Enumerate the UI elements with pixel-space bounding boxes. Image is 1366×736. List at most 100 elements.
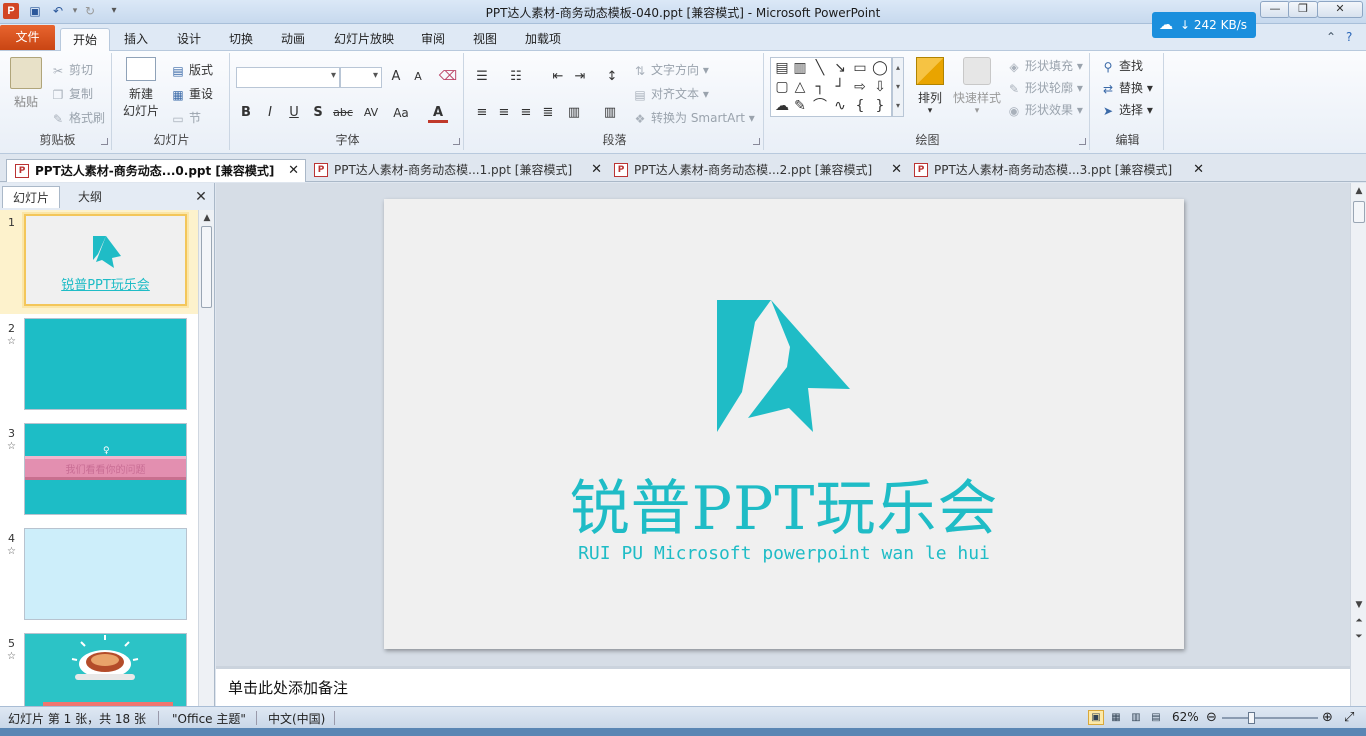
strikethrough-button[interactable]: abc xyxy=(330,103,356,123)
zoom-in-icon[interactable]: ⊕ xyxy=(1322,710,1333,725)
slide-subtitle[interactable]: RUI PU Microsoft powerpoint wan le hui xyxy=(384,543,1184,564)
help-question-icon[interactable]: ? xyxy=(1346,30,1352,44)
shape-effects-button[interactable]: ◉ 形状效果 ▾ xyxy=(1006,101,1083,119)
scroll-down-icon[interactable]: ▼ xyxy=(1353,599,1365,611)
bullets-icon[interactable]: ☰ xyxy=(472,67,492,87)
elbow-arrow-shape-icon[interactable]: ┘ xyxy=(831,78,849,96)
font-color-button[interactable]: A xyxy=(428,103,448,123)
justify-icon[interactable]: ≣ xyxy=(538,103,558,123)
right-arrow-shape-icon[interactable]: ⇨ xyxy=(851,78,869,96)
paste-button[interactable]: 粘贴 xyxy=(8,57,44,110)
cut-button[interactable]: ✂ 剪切 xyxy=(50,61,93,79)
notes-pane[interactable]: 单击此处添加备注 xyxy=(216,666,1350,706)
shadow-button[interactable]: S xyxy=(308,103,328,123)
elbow-connector-shape-icon[interactable]: ┐ xyxy=(811,78,829,96)
rectangle-shape-icon[interactable]: ▭ xyxy=(851,59,869,77)
previous-slide-icon[interactable]: ⏶ xyxy=(1353,615,1365,627)
shapes-gallery[interactable]: ▤ ▥ ╲ ↘ ▭ ◯ ▢ △ ┐ ┘ ⇨ ⇩ ☁ ✎ ⌒ ∿ { } xyxy=(770,57,892,117)
thumbnail-row[interactable]: 1 锐普PPT玩乐会 xyxy=(0,210,198,314)
decrease-indent-icon[interactable]: ⇤ xyxy=(548,67,568,87)
tab-addins[interactable]: 加载项 xyxy=(516,28,570,51)
document-tab[interactable]: P PPT达人素材-商务动态模...2.ppt [兼容模式] ✕ xyxy=(606,159,908,182)
current-slide[interactable]: 锐普PPT玩乐会 RUI PU Microsoft powerpoint wan… xyxy=(384,199,1184,649)
tab-design[interactable]: 设计 xyxy=(168,28,210,51)
quick-styles-button[interactable]: 快速样式 ▾ xyxy=(952,57,1002,116)
theme-name[interactable]: "Office 主题" xyxy=(172,710,246,727)
tab-transitions[interactable]: 切换 xyxy=(220,28,262,51)
tab-slides-pane[interactable]: 幻灯片 xyxy=(2,186,60,208)
vertical-textbox-shape-icon[interactable]: ▥ xyxy=(791,59,809,77)
zoom-slider-thumb[interactable] xyxy=(1248,712,1255,724)
shapes-gallery-scroll[interactable]: ▴ ▾ ▾ xyxy=(892,57,904,117)
slide-sorter-view-icon[interactable]: ▦ xyxy=(1108,710,1124,725)
shape-fill-button[interactable]: ◈ 形状填充 ▾ xyxy=(1006,57,1082,75)
align-text-button[interactable]: ▤ 对齐文本 ▾ xyxy=(632,85,709,103)
down-arrow-shape-icon[interactable]: ⇩ xyxy=(871,78,889,96)
slide-thumbnail[interactable] xyxy=(24,318,187,410)
select-button[interactable]: ➤ 选择 ▾ xyxy=(1100,101,1153,119)
copy-button[interactable]: ❐ 复制 xyxy=(50,85,93,103)
section-button[interactable]: ▭ 节 xyxy=(170,109,201,127)
thumbnail-row[interactable]: 3 ☆ 我们看看你的问题 ♀ xyxy=(0,421,198,525)
document-tab[interactable]: P PPT达人素材-商务动态模...3.ppt [兼容模式] ✕ xyxy=(906,159,1210,182)
arc-shape-icon[interactable]: ⌒ xyxy=(811,97,829,115)
next-slide-icon[interactable]: ⏷ xyxy=(1353,631,1365,643)
tab-outline-pane[interactable]: 大纲 xyxy=(62,186,118,208)
shape-outline-button[interactable]: ✎ 形状轮廓 ▾ xyxy=(1006,79,1083,97)
zoom-level[interactable]: 62% xyxy=(1172,710,1199,724)
align-center-icon[interactable]: ≡ xyxy=(494,103,514,123)
slide-thumbnail[interactable]: 我们看看你的问题 ♀ xyxy=(24,423,187,515)
fit-to-window-icon[interactable]: ⤢ xyxy=(1344,710,1354,725)
thumbnail-row[interactable]: 4 ☆ xyxy=(0,526,198,630)
line-spacing-icon[interactable]: ↕ xyxy=(602,67,622,87)
slide-thumbnail[interactable]: 锐普PPT玩乐会 xyxy=(22,212,189,308)
tab-home[interactable]: 开始 xyxy=(60,28,110,51)
tab-review[interactable]: 审阅 xyxy=(412,28,454,51)
italic-button[interactable]: I xyxy=(260,103,280,123)
paragraph-launcher-icon[interactable] xyxy=(753,138,760,145)
increase-indent-icon[interactable]: ⇥ xyxy=(570,67,590,87)
close-button[interactable]: ✕ xyxy=(1317,1,1363,18)
text-direction-button[interactable]: ⇅ 文字方向 ▾ xyxy=(632,61,709,79)
find-button[interactable]: ⚲ 查找 xyxy=(1100,57,1143,75)
curve-shape-icon[interactable]: ∿ xyxy=(831,97,849,115)
network-speed-widget[interactable]: ☁ ↓ 242 KB/s xyxy=(1152,12,1256,38)
scroll-thumb[interactable] xyxy=(1353,201,1365,223)
scroll-up-icon[interactable]: ▲ xyxy=(201,212,213,224)
language-indicator[interactable]: 中文(中国) xyxy=(268,710,325,727)
convert-smartart-button[interactable]: ❖ 转换为 SmartArt ▾ xyxy=(632,109,755,127)
layout-button[interactable]: ▤ 版式 xyxy=(170,61,213,79)
oval-shape-icon[interactable]: ◯ xyxy=(871,59,889,77)
align-left-icon[interactable]: ≡ xyxy=(472,103,492,123)
triangle-shape-icon[interactable]: △ xyxy=(791,78,809,96)
character-spacing-button[interactable]: AV xyxy=(358,103,384,123)
document-tab[interactable]: P PPT达人素材-商务动态...0.ppt [兼容模式] ✕ xyxy=(6,159,306,182)
left-brace-shape-icon[interactable]: { xyxy=(851,97,869,115)
grow-font-button[interactable]: A xyxy=(386,67,406,87)
slide-scrollbar[interactable]: ▲ ▼ ⏶ ⏷ xyxy=(1350,183,1366,706)
columns-icon[interactable]: ▥ xyxy=(600,103,620,123)
bold-button[interactable]: B xyxy=(236,103,256,123)
reading-view-icon[interactable]: ▥ xyxy=(1128,710,1144,725)
slide-title[interactable]: 锐普PPT玩乐会 xyxy=(384,474,1184,544)
slideshow-view-icon[interactable]: ▤ xyxy=(1148,710,1164,725)
numbering-icon[interactable]: ☷ xyxy=(506,67,526,87)
close-tab-icon[interactable]: ✕ xyxy=(1193,159,1204,181)
clipboard-launcher-icon[interactable] xyxy=(101,138,108,145)
line-shape-icon[interactable]: ╲ xyxy=(811,59,829,77)
close-tab-icon[interactable]: ✕ xyxy=(891,159,902,181)
arrange-button[interactable]: 排列 ▾ xyxy=(910,57,950,116)
normal-view-icon[interactable]: ▣ xyxy=(1088,710,1104,725)
tab-slideshow[interactable]: 幻灯片放映 xyxy=(325,28,403,51)
textbox-shape-icon[interactable]: ▤ xyxy=(773,59,791,77)
close-pane-icon[interactable]: ✕ xyxy=(192,186,210,208)
restore-button[interactable]: ❐ xyxy=(1288,1,1318,18)
zoom-out-icon[interactable]: ⊖ xyxy=(1206,710,1217,725)
clear-format-icon[interactable]: ⌫ xyxy=(438,67,458,87)
font-family-combo[interactable] xyxy=(236,67,340,88)
scroll-up-icon[interactable]: ▲ xyxy=(1353,185,1365,197)
slide-thumbnail[interactable] xyxy=(24,633,187,706)
zoom-slider[interactable] xyxy=(1222,717,1318,719)
thumbnail-scrollbar[interactable]: ▲ xyxy=(198,210,214,706)
tab-insert[interactable]: 插入 xyxy=(115,28,157,51)
